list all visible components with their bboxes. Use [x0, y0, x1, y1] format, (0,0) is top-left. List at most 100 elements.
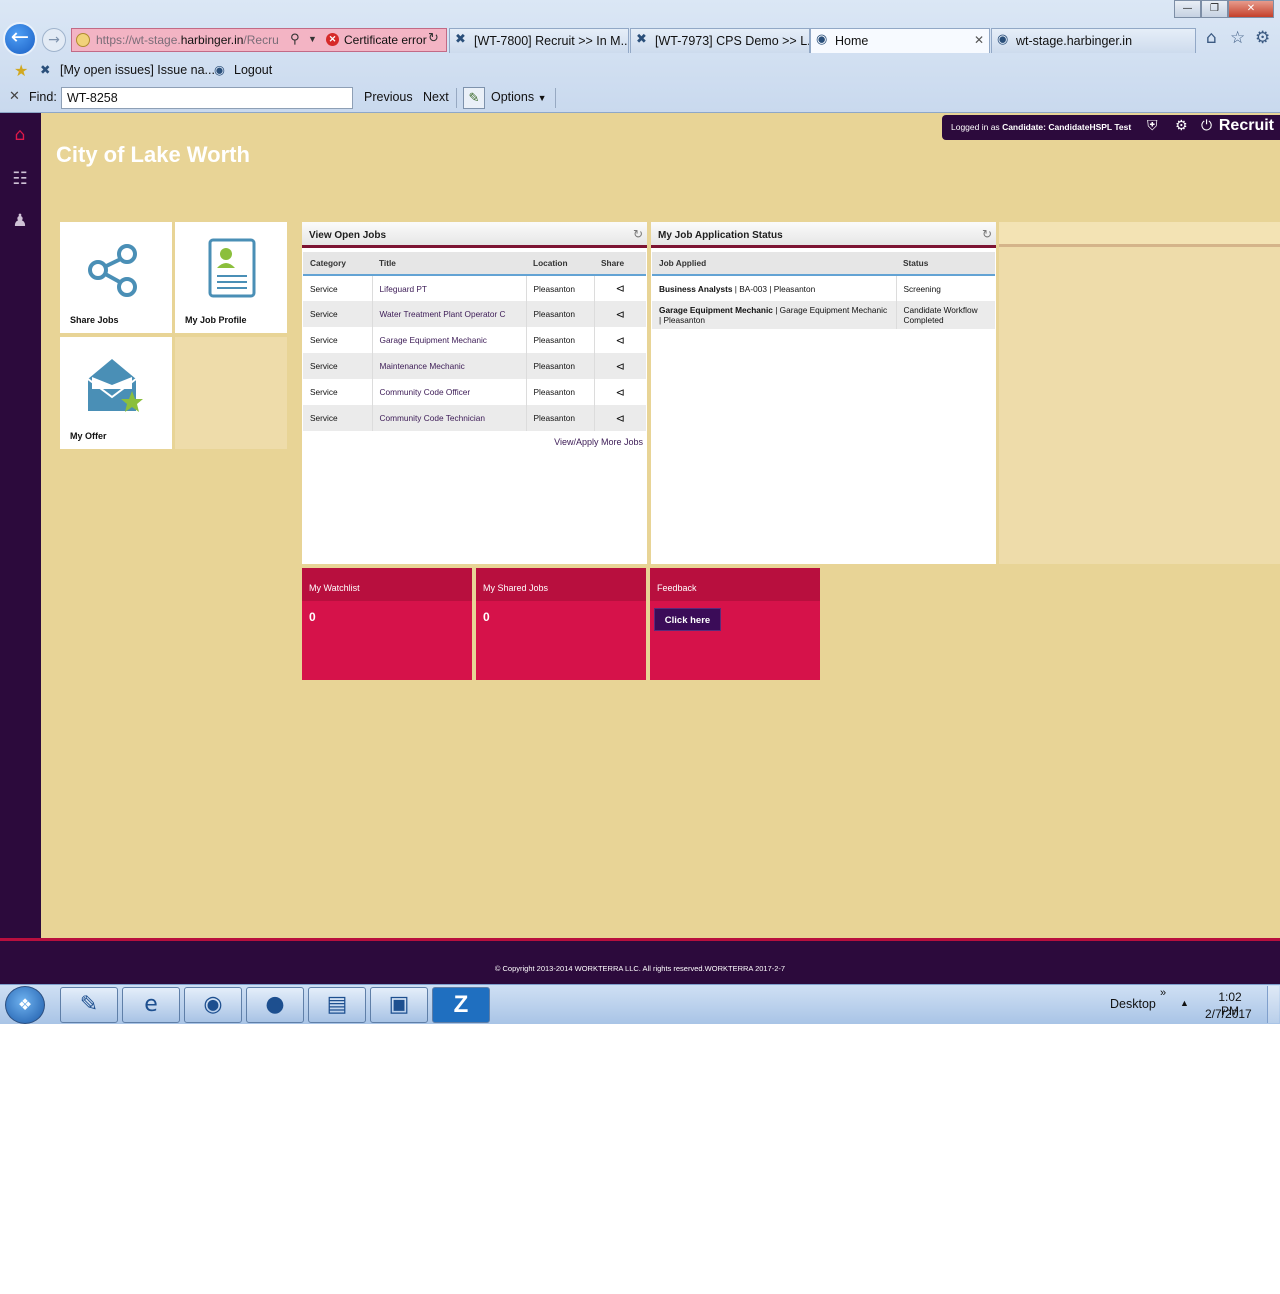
- show-hidden-icons-icon[interactable]: ▲: [1180, 998, 1189, 1008]
- jobs-list-icon[interactable]: ☷: [9, 168, 31, 190]
- job-title-link[interactable]: Community Code Officer: [372, 379, 527, 405]
- favorite-logout[interactable]: ◉ Logout: [214, 62, 272, 77]
- profile-document-icon: [208, 238, 256, 298]
- feedback-button[interactable]: Click here: [654, 608, 721, 631]
- dropdown-icon[interactable]: ▼: [308, 34, 317, 44]
- search-icon[interactable]: ⚲: [290, 32, 300, 47]
- close-tab-icon[interactable]: ✕: [974, 33, 984, 47]
- arrow-right-icon: →: [48, 32, 60, 48]
- shield-icon[interactable]: ⛨: [1147, 118, 1158, 134]
- restore-icon[interactable]: ❐: [1201, 0, 1228, 18]
- my-offer-tile[interactable]: My Offer: [60, 337, 172, 449]
- browser-tab-wt-7973[interactable]: ✖ [WT-7973] CPS Demo >> L...: [630, 28, 810, 53]
- share-icon[interactable]: ⊲: [594, 405, 646, 431]
- panel-title: My Job Application Status: [658, 230, 783, 241]
- taskbar-internet-explorer[interactable]: e: [122, 987, 180, 1023]
- forward-button[interactable]: →: [42, 28, 66, 52]
- taskbar-paint[interactable]: ✎: [60, 987, 118, 1023]
- favorite-my-open-issues[interactable]: ✖ [My open issues] Issue na...: [40, 62, 215, 77]
- chrome-icon: ◉: [203, 992, 223, 1017]
- column-header[interactable]: Location: [526, 252, 594, 276]
- job-location: Pleasanton: [526, 301, 595, 327]
- jira-icon: ✖: [40, 62, 51, 77]
- clock-date[interactable]: 2/7/2017: [1205, 1007, 1252, 1021]
- job-applied-cell[interactable]: Garage Equipment Mechanic | Garage Equip…: [652, 301, 897, 329]
- sticky-notes-icon: ▣: [388, 992, 410, 1017]
- job-location: Pleasanton: [526, 275, 595, 301]
- certificate-error-icon[interactable]: ✕: [326, 33, 339, 46]
- browser-tab-home[interactable]: ◉ Home ✕: [810, 28, 990, 53]
- job-title-link[interactable]: Maintenance Mechanic: [372, 353, 527, 379]
- left-nav: ⌂ ☷ ♟: [0, 113, 41, 984]
- taskbar-sticky-notes[interactable]: ▣: [370, 987, 428, 1023]
- watchlist-tile[interactable]: My Watchlist 0: [302, 568, 472, 680]
- column-header[interactable]: Title: [372, 252, 526, 276]
- login-user: CandidateHSPL Test: [1048, 122, 1132, 132]
- address-bar[interactable]: https://wt-stage.harbinger.in/Recru ⚲ ▼ …: [71, 28, 447, 52]
- share-icon[interactable]: ⊲: [594, 379, 646, 405]
- column-header[interactable]: Job Applied: [652, 252, 896, 276]
- favorites-star-icon[interactable]: ☆: [1230, 28, 1245, 48]
- browser-tab-wt-7800[interactable]: ✖ [WT-7800] Recruit >> In M...: [449, 28, 629, 53]
- share-icon[interactable]: ⊲: [594, 327, 646, 353]
- share-jobs-tile[interactable]: Share Jobs: [60, 222, 172, 333]
- table-row: Service Community Code Officer Pleasanto…: [303, 379, 646, 405]
- job-location: Pleasanton: [526, 379, 595, 405]
- desktop-toolbar[interactable]: Desktop: [1110, 997, 1156, 1011]
- user-profile-icon[interactable]: ♟: [9, 210, 31, 232]
- minimize-icon[interactable]: —: [1174, 0, 1201, 18]
- app-page: ⌂ ☷ ♟ Logged in as Candidate: CandidateH…: [0, 113, 1280, 984]
- job-category: Service: [303, 327, 373, 353]
- home-icon[interactable]: ⌂: [1206, 28, 1217, 48]
- empty-tile: [175, 337, 287, 449]
- job-title-link[interactable]: Lifeguard PT: [372, 275, 527, 301]
- home-icon[interactable]: ⌂: [9, 124, 31, 146]
- taskbar-z-app[interactable]: Z: [432, 987, 490, 1023]
- shared-jobs-count: 0: [483, 610, 490, 624]
- taskbar-firefox[interactable]: ●: [246, 987, 304, 1023]
- show-desktop-button[interactable]: [1267, 986, 1279, 1023]
- job-title-link[interactable]: Water Treatment Plant Operator C: [372, 301, 527, 327]
- refresh-icon[interactable]: ↻: [982, 227, 992, 241]
- my-job-profile-tile[interactable]: My Job Profile: [175, 222, 287, 333]
- column-header[interactable]: Status: [896, 252, 995, 276]
- feedback-tile: Feedback Click here: [650, 568, 820, 680]
- find-previous-button[interactable]: Previous: [364, 90, 413, 104]
- refresh-icon[interactable]: ↻: [633, 227, 643, 241]
- find-next-button[interactable]: Next: [423, 90, 449, 104]
- job-applied-cell[interactable]: Business Analysts | BA-003 | Pleasanton: [652, 275, 897, 301]
- view-more-jobs-link[interactable]: View/Apply More Jobs: [554, 437, 643, 447]
- gear-icon[interactable]: ⚙: [1175, 118, 1188, 134]
- job-category: Service: [303, 353, 373, 379]
- share-icon[interactable]: ⊲: [594, 275, 646, 301]
- find-options-button[interactable]: Options ▼: [491, 90, 547, 104]
- highlight-icon[interactable]: ✎: [463, 87, 485, 109]
- close-find-icon[interactable]: ✕: [9, 89, 20, 104]
- job-title-link[interactable]: Community Code Technician: [372, 405, 527, 431]
- close-window-icon[interactable]: ✕: [1228, 0, 1274, 18]
- taskbar-chrome[interactable]: ◉: [184, 987, 242, 1023]
- url-prefix: https://wt-stage.: [96, 33, 181, 47]
- share-icon[interactable]: ⊲: [594, 353, 646, 379]
- certificate-error-label[interactable]: Certificate error: [344, 33, 427, 47]
- browser-tab-wt-stage[interactable]: ◉ wt-stage.harbinger.in: [991, 28, 1196, 53]
- start-button[interactable]: ❖: [5, 986, 45, 1024]
- taskbar-notepad[interactable]: ▤: [308, 987, 366, 1023]
- application-status: Candidate Workflow Completed: [896, 301, 995, 329]
- open-jobs-panel: View Open Jobs ↻ Category Title Location…: [302, 222, 647, 564]
- address-url[interactable]: https://wt-stage.harbinger.in/Recru: [96, 33, 279, 47]
- tile-label: My Watchlist: [309, 583, 360, 593]
- browser-chrome: — ❐ ✕ ← → https://wt-stage.harbinger.in/…: [0, 0, 1280, 113]
- reload-icon[interactable]: ↻: [428, 31, 439, 46]
- job-title-link[interactable]: Garage Equipment Mechanic: [372, 327, 527, 353]
- tile-label: Share Jobs: [70, 315, 119, 325]
- power-icon[interactable]: ⏻: [1201, 118, 1212, 134]
- chevron-right-icon[interactable]: »: [1160, 987, 1166, 999]
- column-header[interactable]: Category: [303, 252, 372, 276]
- find-input[interactable]: [61, 87, 353, 109]
- share-icon[interactable]: ⊲: [594, 301, 646, 327]
- tools-gear-icon[interactable]: ⚙: [1255, 28, 1270, 48]
- back-button[interactable]: ←: [3, 22, 37, 56]
- shared-jobs-tile[interactable]: My Shared Jobs 0: [476, 568, 646, 680]
- footer: © Copyright 2013-2014 WORKTERRA LLC. All…: [0, 938, 1280, 984]
